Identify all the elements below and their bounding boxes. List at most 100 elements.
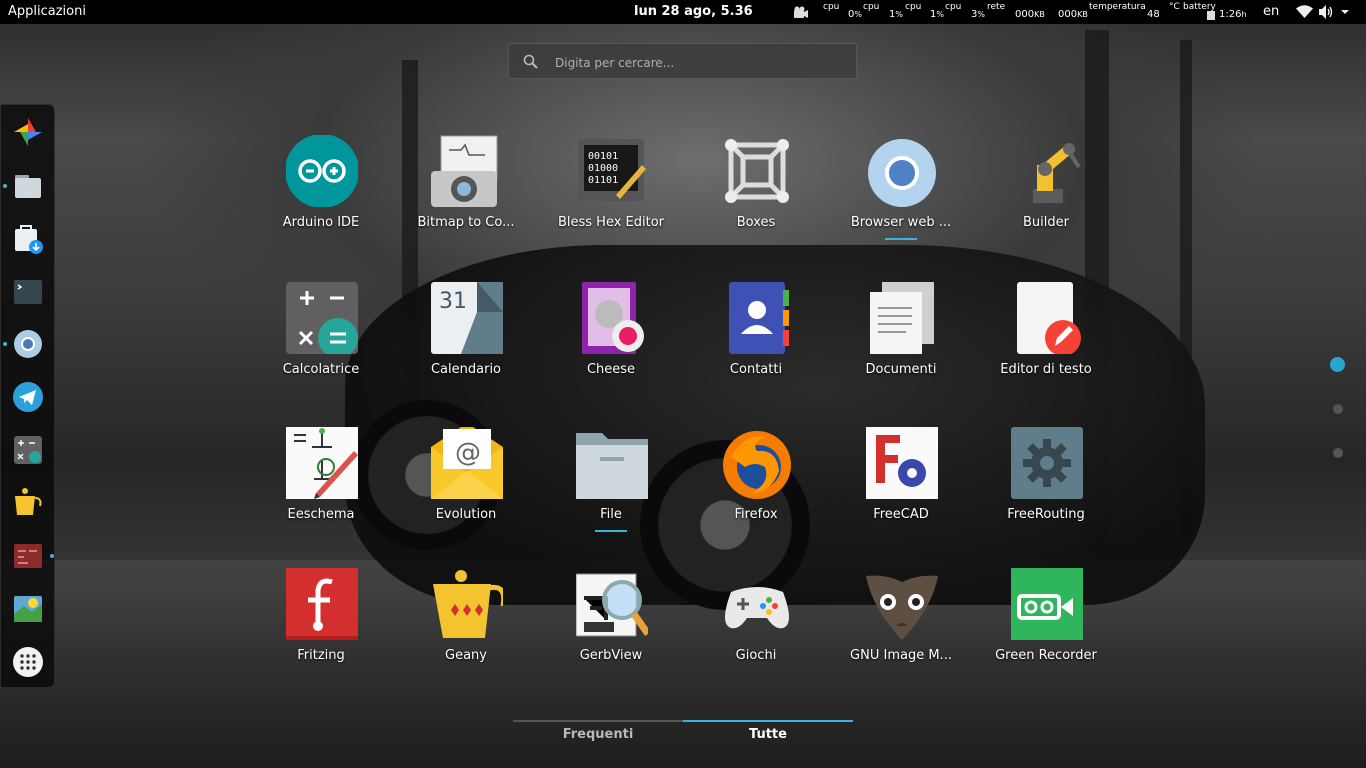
view-switcher: Frequenti Tutte xyxy=(513,720,853,750)
cpu-value: 0% xyxy=(848,9,862,20)
calculator-dock-icon[interactable] xyxy=(11,433,45,467)
search-icon xyxy=(523,54,538,69)
calendar-day-number: 31 xyxy=(439,289,467,314)
volume-icon[interactable] xyxy=(1319,5,1334,19)
gear-icon xyxy=(1011,427,1083,499)
app-label: Browser web ... xyxy=(850,215,952,230)
app-editor-di-testo[interactable]: Editor di testo xyxy=(976,282,1116,407)
cheese-icon xyxy=(582,282,644,354)
gamepad-icon xyxy=(725,587,789,629)
app-label: File xyxy=(600,507,622,522)
cpu-value: 3% xyxy=(971,9,985,20)
app-firefox[interactable]: Firefox xyxy=(686,427,826,552)
app-gnu-image-manipulation[interactable]: GNU Image M... xyxy=(831,568,971,693)
svg-text:01000: 01000 xyxy=(588,163,618,174)
camera-icon xyxy=(431,135,498,207)
app-bitmap-to-component[interactable]: Bitmap to Co... xyxy=(396,135,536,260)
clock[interactable]: lun 28 ago, 5.36 xyxy=(634,4,753,19)
app-label: FreeCAD xyxy=(873,507,929,522)
tab-underline xyxy=(683,720,853,722)
files-dock-icon[interactable] xyxy=(11,169,45,203)
top-panel: Applicazioni lun 28 ago, 5.36 cpu 0% cpu… xyxy=(0,0,1366,24)
documents-icon xyxy=(870,282,934,354)
applications-menu[interactable]: Applicazioni xyxy=(8,4,86,19)
geany-icon xyxy=(433,570,503,638)
fritzing-icon xyxy=(286,568,358,640)
app-label: Eeschema xyxy=(287,507,355,522)
chromium-icon xyxy=(868,139,936,207)
robot-arm-icon xyxy=(1033,143,1081,203)
app-documenti[interactable]: Documenti xyxy=(831,282,971,407)
app-label: Firefox xyxy=(734,507,778,522)
gnome-logs-icon[interactable] xyxy=(11,539,45,573)
app-label: Boxes xyxy=(736,215,776,230)
net-out-value: 000KB xyxy=(1058,9,1088,20)
app-eeschema[interactable]: Eeschema xyxy=(251,427,391,552)
show-applications-icon[interactable] xyxy=(11,645,45,679)
software-icon[interactable] xyxy=(11,222,45,256)
app-green-recorder[interactable]: Green Recorder xyxy=(976,568,1116,693)
app-calcolatrice[interactable]: Calcolatrice xyxy=(251,282,391,407)
photos-icon[interactable] xyxy=(11,115,45,149)
app-geany[interactable]: Geany xyxy=(396,568,536,693)
running-indicator xyxy=(3,342,7,346)
cpu-label: cpu xyxy=(945,2,962,12)
telegram-icon[interactable] xyxy=(11,380,45,414)
system-monitor[interactable]: cpu 0% cpu 1% cpu 1% cpu 3% rete 000KB 0… xyxy=(793,2,1366,24)
app-label: Bless Hex Editor xyxy=(557,215,665,230)
app-builder[interactable]: Builder xyxy=(976,135,1116,260)
app-bless-hex-editor[interactable]: 00101 01000 01101 Bless Hex Editor xyxy=(541,135,681,260)
app-giochi[interactable]: Giochi xyxy=(686,568,826,693)
battery-value: 1:26h xyxy=(1219,9,1247,20)
svg-text:@: @ xyxy=(455,438,481,468)
app-label: Documenti xyxy=(865,362,937,377)
terminal-icon[interactable] xyxy=(11,275,45,309)
app-label: Cheese xyxy=(586,362,636,377)
chromium-icon[interactable] xyxy=(11,327,45,361)
search-input[interactable] xyxy=(553,52,847,74)
app-arduino-ide[interactable]: Arduino IDE xyxy=(251,135,391,260)
app-label: Calendario xyxy=(430,362,502,377)
search-box[interactable] xyxy=(508,43,857,79)
page-indicator-2[interactable] xyxy=(1333,404,1343,414)
app-contatti[interactable]: Contatti xyxy=(686,282,826,407)
app-fritzing[interactable]: Fritzing xyxy=(251,568,391,693)
page-indicator-1[interactable] xyxy=(1330,357,1345,372)
app-evolution[interactable]: @ Evolution xyxy=(396,427,536,552)
temp-unit: °C xyxy=(1169,2,1180,12)
app-file[interactable]: File xyxy=(541,427,681,552)
firefox-icon xyxy=(723,431,791,499)
app-label: Editor di testo xyxy=(1000,362,1092,377)
app-freecad[interactable]: FreeCAD xyxy=(831,427,971,552)
camera-icon xyxy=(794,6,808,18)
geany-dock-icon[interactable] xyxy=(11,486,45,520)
battery-icon xyxy=(1207,11,1215,20)
app-label: FreeRouting xyxy=(1007,507,1085,522)
tab-frequent[interactable]: Frequenti xyxy=(513,720,683,750)
cpu-value: 1% xyxy=(930,9,944,20)
app-gerbview[interactable]: GerbView xyxy=(541,568,681,693)
cpu-value: 1% xyxy=(889,9,903,20)
gimp-icon xyxy=(866,575,938,640)
gerbview-icon xyxy=(576,573,648,637)
app-browser-web[interactable]: Browser web ... xyxy=(831,135,971,260)
dash-dock xyxy=(0,104,55,688)
app-label: Contatti xyxy=(729,362,783,377)
running-indicator xyxy=(595,530,627,532)
boxes-icon xyxy=(725,139,789,203)
keyboard-layout[interactable]: en xyxy=(1263,4,1279,19)
app-label: Fritzing xyxy=(297,648,345,663)
tab-all[interactable]: Tutte xyxy=(683,720,853,750)
evolution-mail-icon: @ xyxy=(431,427,503,499)
power-menu-arrow-icon[interactable] xyxy=(1340,7,1350,17)
app-label: GerbView xyxy=(579,648,643,663)
wifi-icon[interactable] xyxy=(1296,5,1313,19)
schematic-icon xyxy=(286,427,358,499)
app-cheese[interactable]: Cheese xyxy=(541,282,681,407)
page-indicator-3[interactable] xyxy=(1333,448,1343,458)
app-label: Geany xyxy=(445,648,487,663)
weather-icon[interactable] xyxy=(11,592,45,626)
app-boxes[interactable]: Boxes xyxy=(686,135,826,260)
app-freerouting[interactable]: FreeRouting xyxy=(976,427,1116,552)
app-calendario[interactable]: 31 Calendario xyxy=(396,282,536,407)
